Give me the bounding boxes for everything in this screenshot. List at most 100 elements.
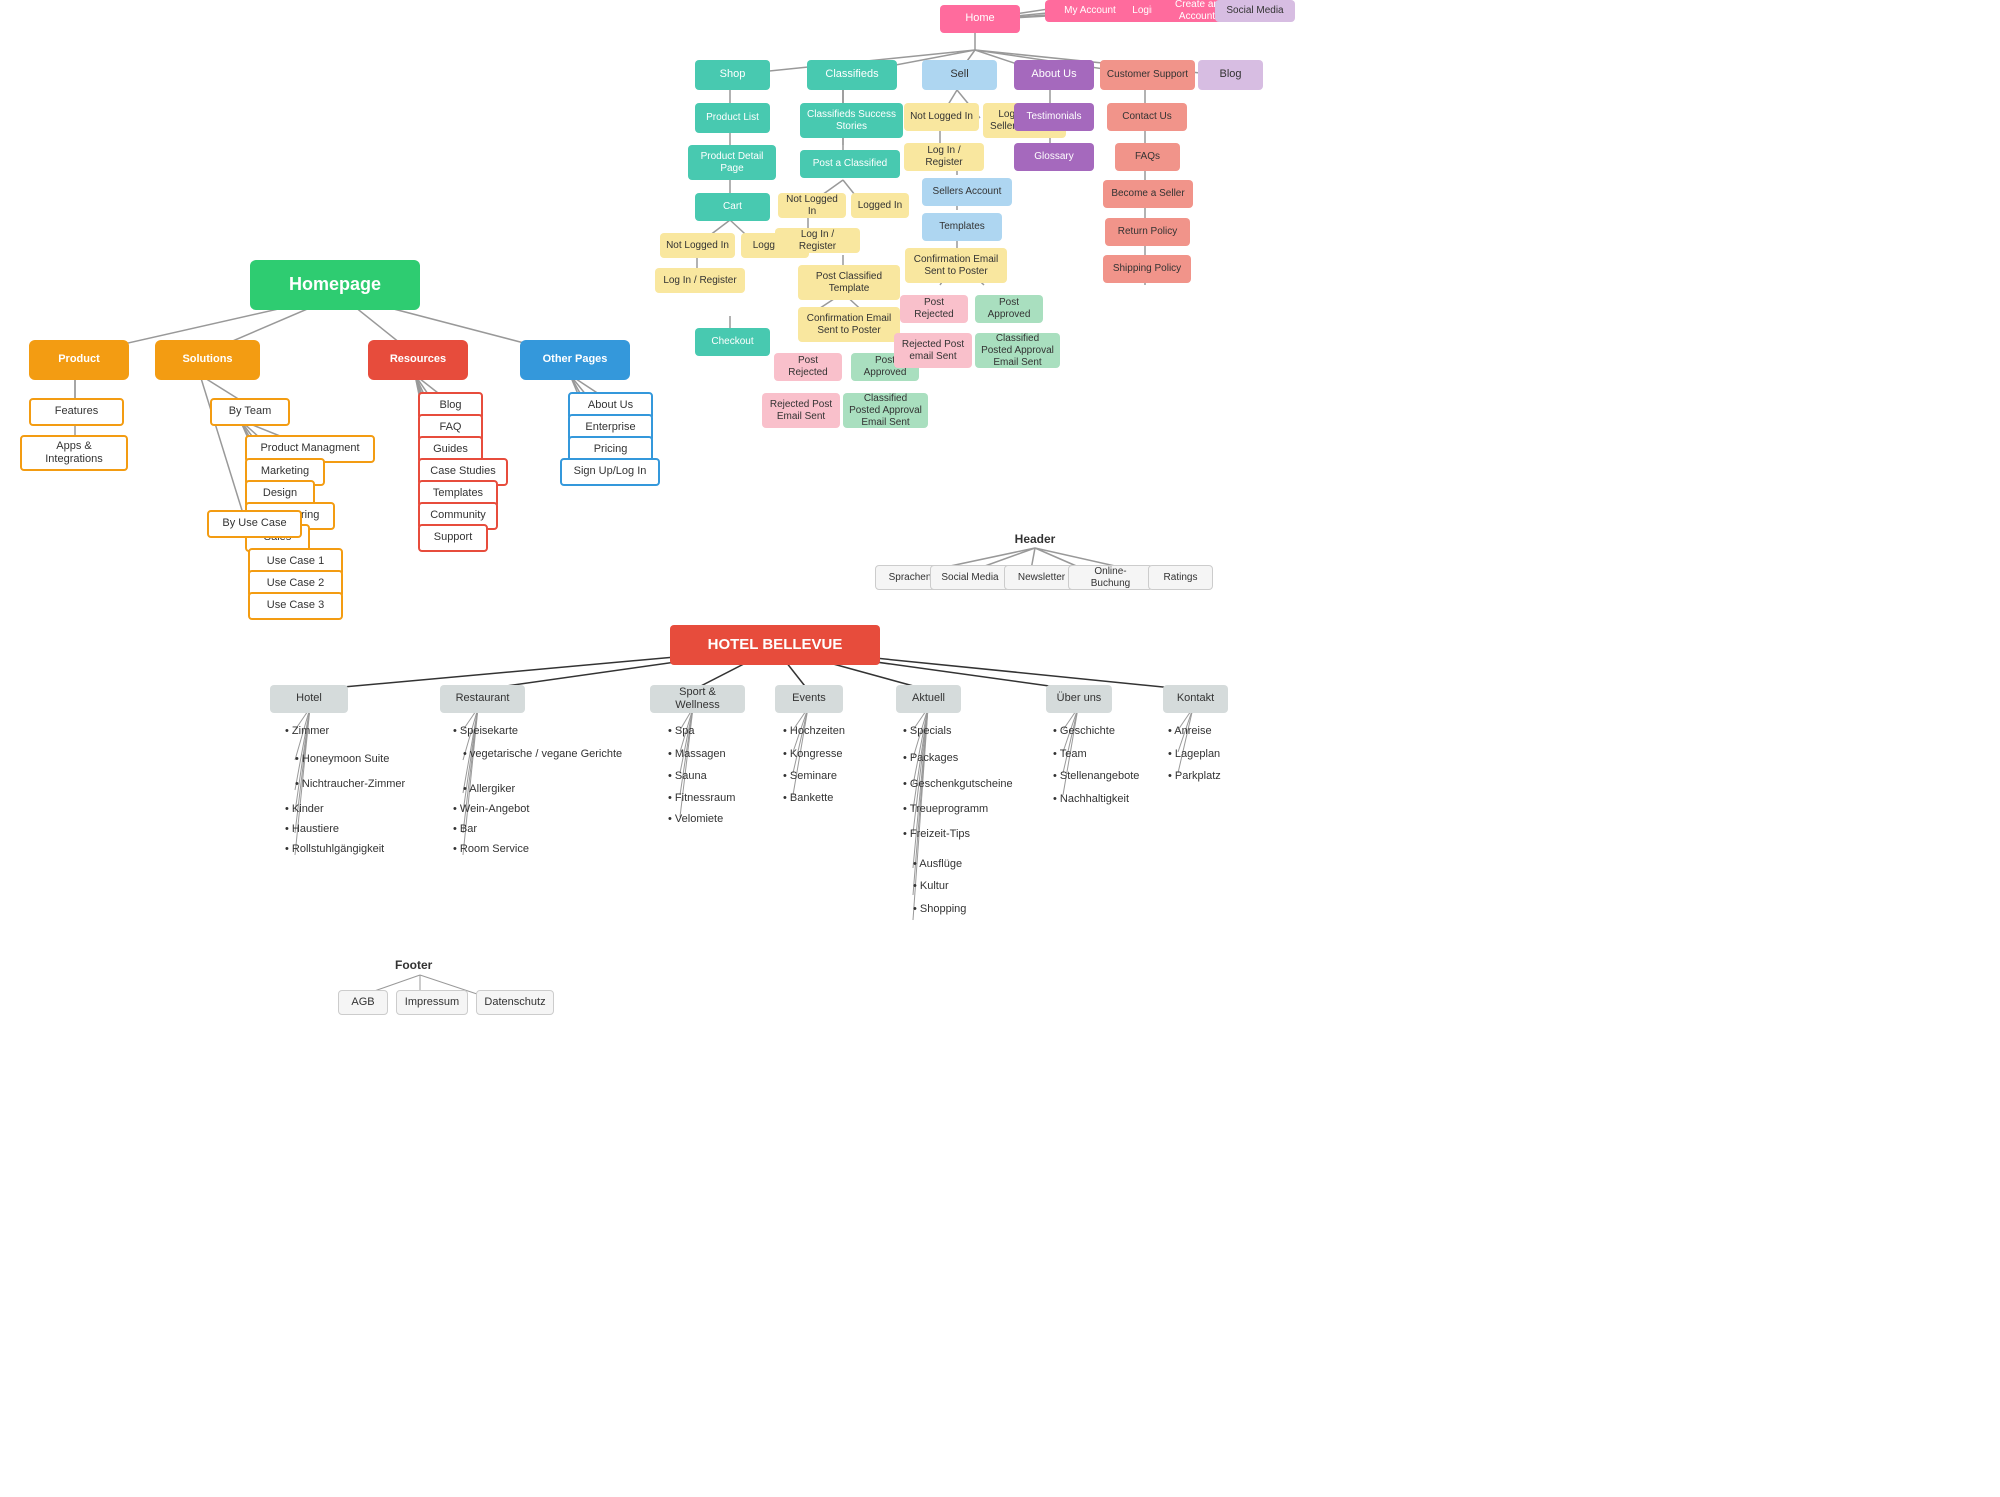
become-seller-node: Become a Seller: [1103, 180, 1193, 208]
sport-wellness-section: Sport & Wellness: [650, 685, 745, 713]
hotel-kinder: • Kinder: [285, 803, 324, 815]
resources-node: Resources: [368, 340, 468, 380]
footer-impressum: Impressum: [396, 990, 468, 1015]
product-node: Product: [29, 340, 129, 380]
aktuell-section: Aktuell: [896, 685, 961, 713]
header-label: Header: [995, 525, 1075, 553]
sport-fitnessraum: • Fitnessraum: [668, 792, 735, 804]
return-policy-node: Return Policy: [1105, 218, 1190, 246]
restaurant-allergiker: • Allergiker: [463, 783, 515, 795]
sport-velomiete: • Velomiete: [668, 813, 723, 825]
sport-sauna: • Sauna: [668, 770, 707, 782]
faqs-node: FAQs: [1115, 143, 1180, 171]
canvas: Homepage Product Features Apps & Integra…: [0, 0, 2000, 1497]
uber-uns-stellenangebote: • Stellenangebote: [1053, 770, 1139, 782]
apps-integrations-node: Apps & Integrations: [20, 435, 128, 471]
aktuell-geschenkgutscheine: • Geschenkgutscheine: [903, 778, 1013, 790]
footer-label: Footer: [395, 958, 432, 972]
log-register-cart: Log In / Register: [655, 268, 745, 293]
post-classified-template: Post Classified Template: [798, 265, 900, 300]
shop-node: Shop: [695, 60, 770, 90]
shipping-policy-node: Shipping Policy: [1103, 255, 1191, 283]
by-use-case-node: By Use Case: [207, 510, 302, 538]
post-rejected-sell: Post Rejected: [900, 295, 968, 323]
templates-sell-node: Templates: [922, 213, 1002, 241]
events-seminare: • Seminare: [783, 770, 837, 782]
use-case-3-node: Use Case 3: [248, 592, 343, 620]
uber-uns-nachhaltigkeit: • Nachhaltigkeit: [1053, 793, 1129, 805]
sport-spa: • Spa: [668, 725, 694, 737]
sport-massagen: • Massagen: [668, 748, 726, 760]
aktuell-kultur: • Kultur: [913, 880, 949, 892]
about-us-top-node: About Us: [1014, 60, 1094, 90]
kontakt-parkplatz: • Parkplatz: [1168, 770, 1221, 782]
kontakt-lageplan: • Lageplan: [1168, 748, 1220, 760]
glossary-node: Glossary: [1014, 143, 1094, 171]
log-register-sell: Log In / Register: [904, 143, 984, 171]
approval-email-classifieds: Classified Posted Approval Email Sent: [843, 393, 928, 428]
checkout-node: Checkout: [695, 328, 770, 356]
aktuell-shopping: • Shopping: [913, 903, 966, 915]
kontakt-section: Kontakt: [1163, 685, 1228, 713]
hotel-nichtraucher: • Nichtraucher-Zimmer: [295, 778, 405, 790]
events-kongresse: • Kongresse: [783, 748, 843, 760]
kontakt-anreise: • Anreise: [1168, 725, 1212, 737]
logged-in-post: Logged In: [851, 193, 909, 218]
footer-datenschutz: Datenschutz: [476, 990, 554, 1015]
post-classified-node: Post a Classified: [800, 150, 900, 178]
uber-uns-geschichte: • Geschichte: [1053, 725, 1115, 737]
sell-node: Sell: [922, 60, 997, 90]
sellers-account-node: Sellers Account: [922, 178, 1012, 206]
cart-node: Cart: [695, 193, 770, 221]
hotel-zimmer: • Zimmer: [285, 725, 329, 737]
restaurant-room-service: • Room Service: [453, 843, 529, 855]
rejected-email-sell: Rejected Post email Sent: [894, 333, 972, 368]
online-buchung-node: Online-Buchung: [1068, 565, 1153, 590]
aktuell-packages: • Packages: [903, 752, 958, 764]
classifieds-success-node: Classifieds Success Stories: [800, 103, 903, 138]
product-list-node: Product List: [695, 103, 770, 133]
restaurant-wein: • Wein-Angebot: [453, 803, 529, 815]
hotel-haustiere: • Haustiere: [285, 823, 339, 835]
blog-top-node: Blog: [1198, 60, 1263, 90]
aktuell-ausfluege: • Ausflüge: [913, 858, 962, 870]
social-media-header-node: Social Media: [930, 565, 1010, 590]
contact-us-node: Contact Us: [1107, 103, 1187, 131]
post-approved-sell: Post Approved: [975, 295, 1043, 323]
ratings-node: Ratings: [1148, 565, 1213, 590]
support-node: Support: [418, 524, 488, 552]
hotel-rollstuhl: • Rollstuhlgängigkeit: [285, 843, 384, 855]
restaurant-speisekarte: • Speisekarte: [453, 725, 518, 737]
by-team-node: By Team: [210, 398, 290, 426]
features-node: Features: [29, 398, 124, 426]
approval-email-sell: Classified Posted Approval Email Sent: [975, 333, 1060, 368]
homepage-node: Homepage: [250, 260, 420, 310]
product-detail-node: Product Detail Page: [688, 145, 776, 180]
events-bankette: • Bankette: [783, 792, 833, 804]
uber-uns-section: Über uns: [1046, 685, 1112, 713]
testimonials-node: Testimonials: [1014, 103, 1094, 131]
other-pages-node: Other Pages: [520, 340, 630, 380]
events-section: Events: [775, 685, 843, 713]
not-logged-in-post: Not Logged In: [778, 193, 846, 218]
restaurant-section: Restaurant: [440, 685, 525, 713]
not-logged-in-sell: Not Logged In: [904, 103, 979, 131]
post-rejected-classifieds: Post Rejected: [774, 353, 842, 381]
rejected-email-classifieds: Rejected Post Email Sent: [762, 393, 840, 428]
aktuell-freizeit: • Freizeit-Tips: [903, 828, 970, 840]
hotel-bellevue-node: HOTEL BELLEVUE: [670, 625, 880, 665]
restaurant-bar: • Bar: [453, 823, 477, 835]
aktuell-treueprogramm: • Treueprogramm: [903, 803, 988, 815]
customer-support-node: Customer Support: [1100, 60, 1195, 90]
solutions-node: Solutions: [155, 340, 260, 380]
home-node: Home: [940, 5, 1020, 33]
confirmation-email-poster: Confirmation Email Sent to Poster: [798, 307, 900, 342]
sign-up-node: Sign Up/Log In: [560, 458, 660, 486]
events-hochzeiten: • Hochzeiten: [783, 725, 845, 737]
restaurant-vegetarisch: • vegetarische / vegane Gerichte: [463, 748, 622, 760]
hotel-section: Hotel: [270, 685, 348, 713]
aktuell-specials: • Specials: [903, 725, 952, 737]
classifieds-node: Classifieds: [807, 60, 897, 90]
social-media-node: Social Media: [1215, 0, 1295, 22]
log-register-post: Log In / Register: [775, 228, 860, 253]
